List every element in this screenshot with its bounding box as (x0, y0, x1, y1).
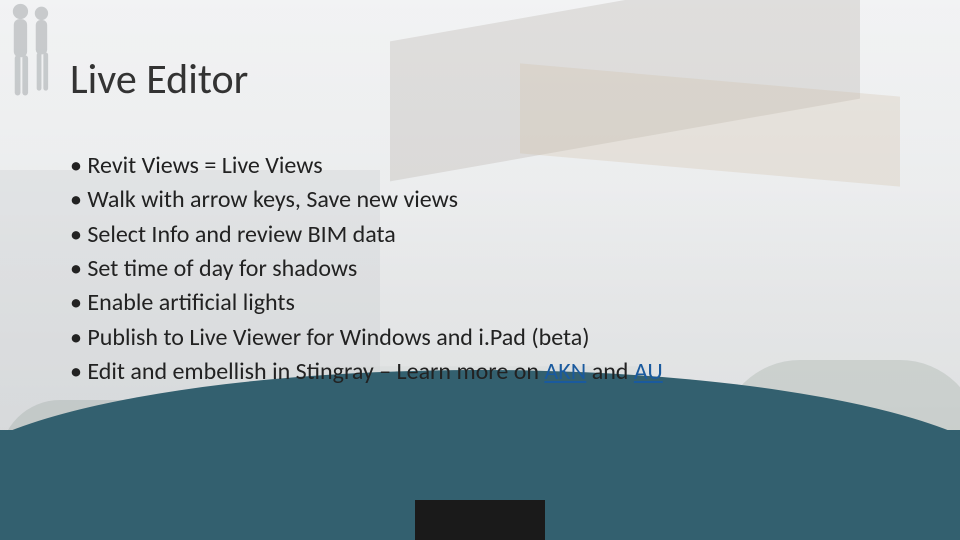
list-item: Enable artificial lights (70, 286, 960, 320)
slide-content: Live Editor Revit Views = Live Views Wal… (0, 0, 960, 540)
list-item: Walk with arrow keys, Save new views (70, 183, 960, 217)
link-akn[interactable]: AKN (544, 357, 586, 386)
link-au[interactable]: AU (634, 357, 663, 386)
bullet-text: Publish to Live Viewer for Windows and i… (87, 323, 589, 352)
slide-title: Live Editor (70, 54, 960, 105)
bullet-list: Revit Views = Live Views Walk with arrow… (70, 149, 960, 389)
bullet-text: and (586, 357, 634, 386)
list-item: Select Info and review BIM data (70, 218, 960, 252)
bullet-text: Walk with arrow keys, Save new views (87, 185, 458, 214)
list-item: Revit Views = Live Views (70, 149, 960, 183)
bullet-text: Enable artificial lights (87, 288, 294, 317)
bullet-text: Select Info and review BIM data (87, 220, 395, 249)
bullet-text: Edit and embellish in Stingray – Learn m… (87, 357, 544, 386)
list-item: Set time of day for shadows (70, 252, 960, 286)
bullet-text: Set time of day for shadows (87, 254, 357, 283)
list-item: Publish to Live Viewer for Windows and i… (70, 321, 960, 355)
bullet-text: Revit Views = Live Views (87, 151, 322, 180)
list-item: Edit and embellish in Stingray – Learn m… (70, 355, 960, 389)
